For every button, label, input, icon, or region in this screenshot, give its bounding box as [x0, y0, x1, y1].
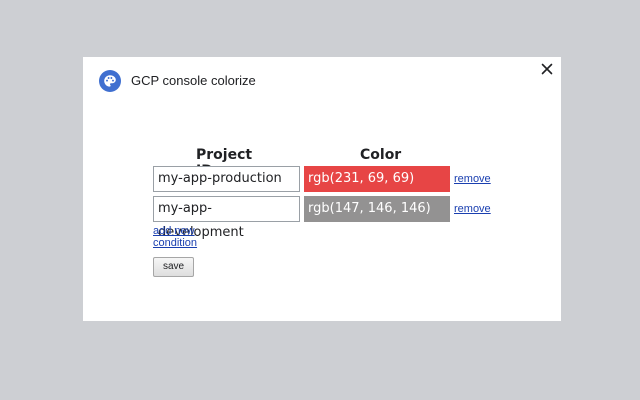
- project-id-input[interactable]: my-app-production: [153, 166, 300, 192]
- table-row: my-app-development rgb(147, 146, 146) re…: [153, 196, 513, 240]
- save-button[interactable]: save: [153, 257, 194, 277]
- remove-link[interactable]: remove: [454, 203, 491, 215]
- column-header-color: Color: [360, 147, 402, 163]
- add-condition-link[interactable]: add new condition: [153, 225, 197, 249]
- popup-dialog: GCP console colorize Project ID Color my…: [83, 57, 561, 321]
- table-row: my-app-production rgb(231, 69, 69) remov…: [153, 166, 513, 192]
- project-id-input[interactable]: my-app-development: [153, 196, 300, 240]
- color-input[interactable]: rgb(147, 146, 146): [304, 196, 450, 222]
- app-title: GCP console colorize: [131, 73, 256, 88]
- remove-link[interactable]: remove: [454, 173, 491, 185]
- palette-icon: [99, 70, 121, 92]
- color-input[interactable]: rgb(231, 69, 69): [304, 166, 450, 192]
- close-icon[interactable]: [539, 61, 555, 77]
